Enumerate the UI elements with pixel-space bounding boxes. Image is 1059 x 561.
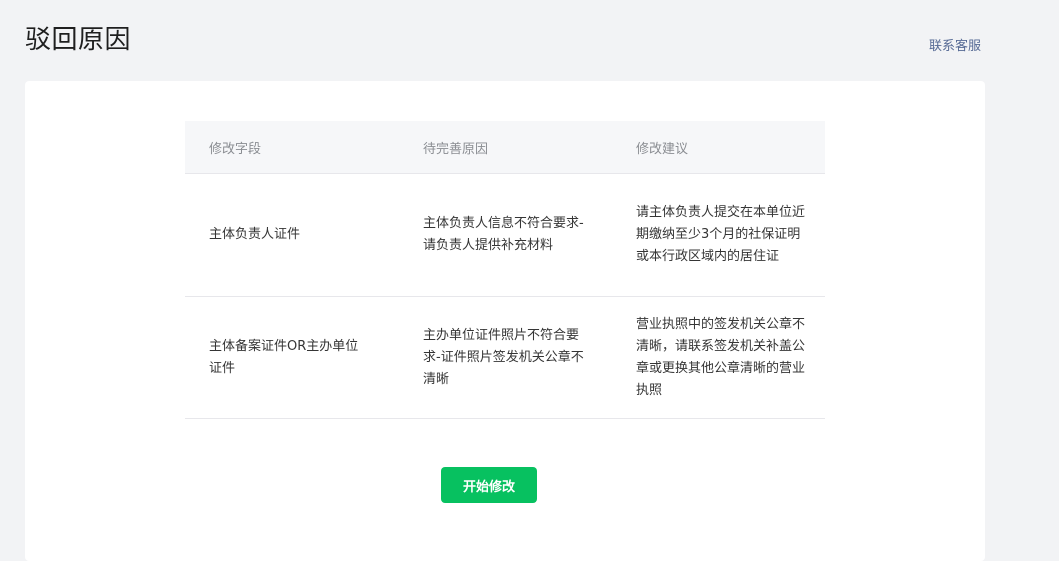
rejection-card: 修改字段 待完善原因 修改建议 主体负责人证件 主体负责人信息不符合要求-请负责… xyxy=(25,81,985,561)
row-field: 主体备案证件OR主办单位证件 xyxy=(185,296,399,419)
table-header-row: 修改字段 待完善原因 修改建议 xyxy=(185,121,825,174)
page-title: 驳回原因 xyxy=(25,25,132,55)
row-suggestion: 请主体负责人提交在本单位近期缴纳至少3个月的社保证明或本行政区域内的居住证 xyxy=(612,173,825,297)
rejection-table: 修改字段 待完善原因 修改建议 主体负责人证件 主体负责人信息不符合要求-请负责… xyxy=(185,121,825,419)
page-header: 驳回原因 联系客服 xyxy=(0,0,1059,80)
start-edit-button[interactable]: 开始修改 xyxy=(441,467,537,503)
row-reason: 主办单位证件照片不符合要求-证件照片签发机关公章不清晰 xyxy=(399,296,612,419)
table-row: 主体负责人证件 主体负责人信息不符合要求-请负责人提供补充材料 请主体负责人提交… xyxy=(185,173,825,297)
header-field: 修改字段 xyxy=(185,121,399,174)
row-suggestion: 营业执照中的签发机关公章不清晰，请联系签发机关补盖公章或更换其他公章清晰的营业执… xyxy=(612,296,825,419)
row-field: 主体负责人证件 xyxy=(185,173,399,297)
contact-support-link[interactable]: 联系客服 xyxy=(929,38,981,56)
header-suggestion: 修改建议 xyxy=(612,121,825,174)
table-row: 主体备案证件OR主办单位证件 主办单位证件照片不符合要求-证件照片签发机关公章不… xyxy=(185,296,825,419)
row-reason: 主体负责人信息不符合要求-请负责人提供补充材料 xyxy=(399,173,612,297)
header-reason: 待完善原因 xyxy=(399,121,612,174)
